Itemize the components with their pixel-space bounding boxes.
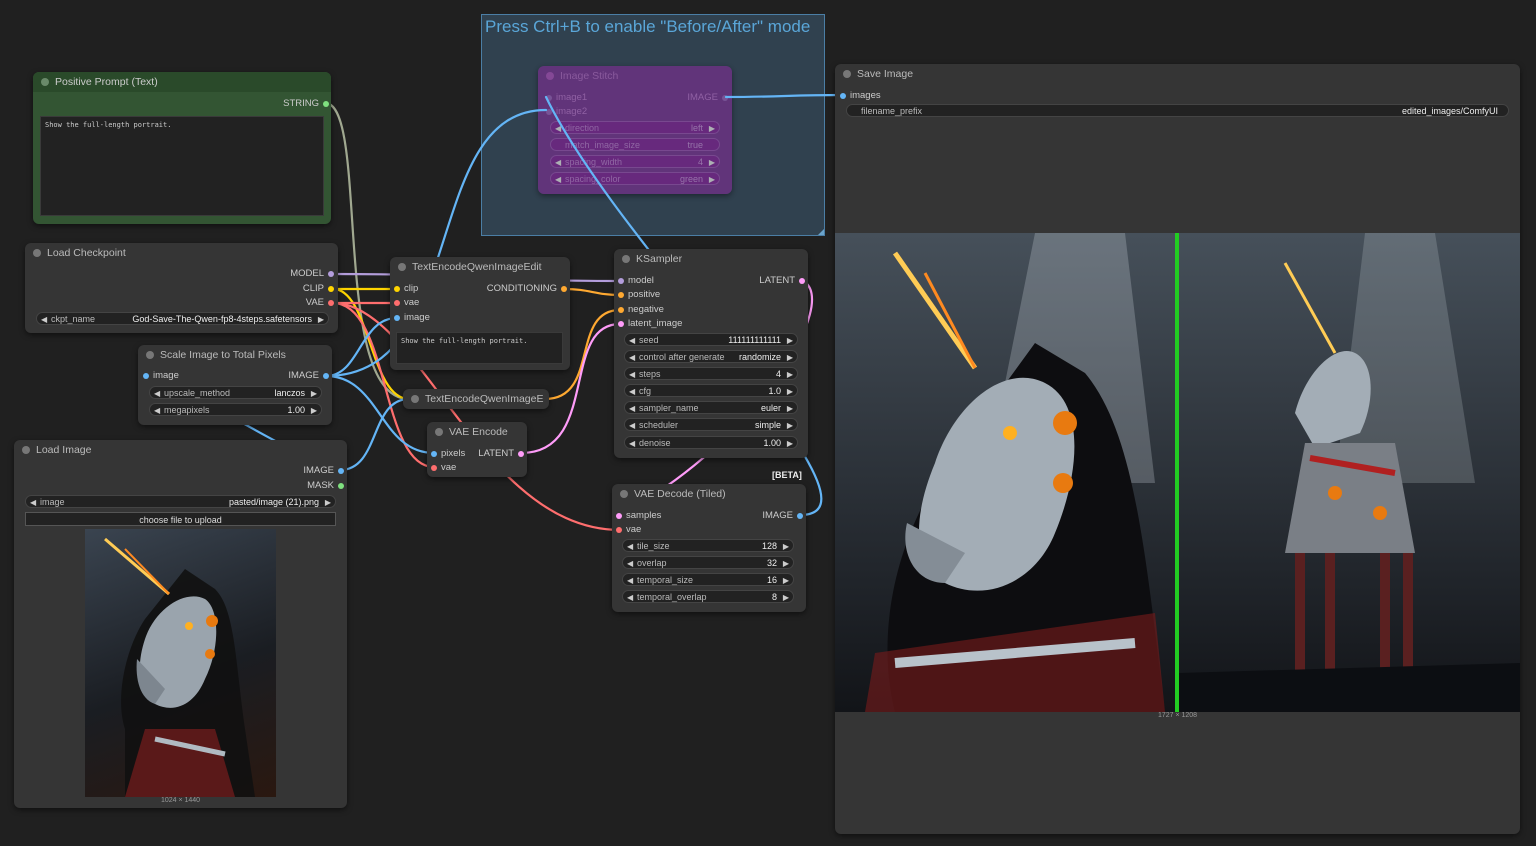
input-model[interactable]: model — [618, 275, 654, 287]
wire-image-5 — [338, 397, 411, 472]
output-image-preview — [835, 233, 1520, 712]
widget-match-image-size[interactable]: match_image_size true — [550, 138, 720, 151]
prompt-textarea[interactable]: Show the full-length portrait. — [396, 332, 563, 364]
cfg-field[interactable]: ◀ cfg 1.0 ▶ — [624, 384, 798, 397]
input-image1[interactable]: image1 — [546, 92, 587, 104]
output-conditioning[interactable]: CONDITIONING — [487, 283, 567, 295]
output-clip[interactable]: CLIP — [303, 283, 334, 295]
input-image[interactable]: image — [143, 370, 179, 382]
text-encode-collapsed-node[interactable]: TextEncodeQwenImageE — [403, 389, 549, 409]
upscale-method-select[interactable]: ◀ upscale_method lanczos ▶ — [149, 386, 322, 399]
widget-spacing-color[interactable]: ◀ spacing_color green ▶ — [550, 172, 720, 185]
widget-spacing-width[interactable]: ◀ spacing_width 4 ▶ — [550, 155, 720, 168]
input-image[interactable]: image — [394, 312, 430, 324]
unicorn-robot-image — [85, 529, 276, 797]
image-dimensions: 1024 × 1440 — [160, 797, 201, 804]
ksampler-node[interactable]: KSampler model positive negative latent_… — [614, 249, 808, 458]
output-mask[interactable]: MASK — [307, 480, 344, 492]
input-vae[interactable]: vae — [394, 297, 419, 309]
input-samples[interactable]: samples — [616, 510, 661, 522]
ckpt-name-select[interactable]: ◀ ckpt_name God-Save-The-Qwen-fp8-4steps.s… — [36, 312, 329, 325]
output-model[interactable]: MODEL — [290, 268, 334, 280]
image-stitch-node[interactable]: Image Stitch image1 image2 IMAGE ◀ direct… — [538, 66, 732, 194]
output-string[interactable]: STRING — [283, 98, 329, 110]
node-title: TextEncodeQwenImageEdit — [412, 261, 542, 273]
image-select[interactable]: ◀ image pasted/image (21).png ▶ — [25, 495, 336, 508]
filename-prefix-field[interactable]: filename_prefix edited_images/ComfyUI — [846, 104, 1509, 117]
load-checkpoint-node[interactable]: Load Checkpoint MODEL CLIP VAE ◀ ckpt_nam… — [25, 243, 338, 333]
output-image[interactable]: IMAGE — [687, 92, 728, 104]
scheduler-select[interactable]: ◀ scheduler simple ▶ — [624, 418, 798, 431]
node-title: Scale Image to Total Pixels — [160, 349, 286, 361]
load-image-node[interactable]: Load Image IMAGE MASK ◀ image pasted/image… — [14, 440, 347, 808]
output-image[interactable]: IMAGE — [303, 465, 344, 477]
input-images[interactable]: images — [840, 90, 881, 102]
node-title: VAE Encode — [449, 426, 508, 438]
megapixels-field[interactable]: ◀ megapixels 1.00 ▶ — [149, 403, 322, 416]
image-dimensions: 1727 × 1208 — [1157, 712, 1198, 719]
control-after-generate-select[interactable]: ◀ control after generate randomize ▶ — [624, 350, 798, 363]
input-latent-image[interactable]: latent_image — [618, 318, 682, 330]
output-image[interactable]: IMAGE — [288, 370, 329, 382]
node-title: Load Checkpoint — [47, 247, 126, 259]
output-vae[interactable]: VAE — [306, 297, 334, 309]
scale-image-node[interactable]: Scale Image to Total Pixels image IMAGE … — [138, 345, 332, 425]
output-image[interactable]: IMAGE — [762, 510, 803, 522]
input-vae[interactable]: vae — [431, 462, 456, 474]
seed-field[interactable]: ◀ seed 111111111111 ▶ — [624, 333, 798, 346]
input-image2[interactable]: image2 — [546, 106, 587, 118]
input-vae[interactable]: vae — [616, 524, 641, 536]
wire-cond-1 — [562, 287, 622, 297]
node-title: Image Stitch — [560, 70, 619, 82]
input-pixels[interactable]: pixels — [431, 448, 465, 460]
input-clip[interactable]: clip — [394, 283, 418, 295]
node-title: Positive Prompt (Text) — [55, 76, 158, 88]
save-image-node[interactable]: Save Image images filename_prefix edited_… — [835, 64, 1520, 834]
input-negative[interactable]: negative — [618, 304, 664, 316]
positive-prompt-node[interactable]: Positive Prompt (Text) STRING Show the f… — [33, 72, 331, 224]
prompt-textarea[interactable]: Show the full-length portrait. — [40, 116, 324, 216]
beta-badge: [BETA] — [772, 470, 802, 480]
steps-field[interactable]: ◀ steps 4 ▶ — [624, 367, 798, 380]
temporal-size-field[interactable]: ◀ temporal_size 16 ▶ — [622, 573, 794, 586]
node-title: Save Image — [857, 68, 914, 80]
overlap-field[interactable]: ◀ overlap 32 ▶ — [622, 556, 794, 569]
temporal-overlap-field[interactable]: ◀ temporal_overlap 8 ▶ — [622, 590, 794, 603]
tile-size-field[interactable]: ◀ tile_size 128 ▶ — [622, 539, 794, 552]
text-encode-node[interactable]: TextEncodeQwenImageEdit clip vae image C… — [390, 257, 570, 370]
denoise-field[interactable]: ◀ denoise 1.00 ▶ — [624, 436, 798, 449]
sampler-name-select[interactable]: ◀ sampler_name euler ▶ — [624, 401, 798, 414]
input-positive[interactable]: positive — [618, 289, 660, 301]
group-resize-handle[interactable] — [818, 229, 824, 235]
node-title: VAE Decode (Tiled) — [634, 488, 726, 500]
widget-direction[interactable]: ◀ direction left ▶ — [550, 121, 720, 134]
output-latent[interactable]: LATENT — [478, 448, 524, 460]
node-title: TextEncodeQwenImageE — [425, 393, 544, 405]
node-title: Load Image — [36, 444, 92, 456]
node-title: KSampler — [636, 253, 683, 265]
output-latent[interactable]: LATENT — [759, 275, 805, 287]
vae-encode-node[interactable]: VAE Encode pixels vae LATENT — [427, 422, 527, 477]
vae-decode-tiled-node[interactable]: VAE Decode (Tiled) samples vae IMAGE ◀ ti… — [612, 484, 806, 612]
group-title: Press Ctrl+B to enable "Before/After" mo… — [485, 17, 811, 36]
upload-button[interactable]: choose file to upload — [25, 512, 336, 526]
